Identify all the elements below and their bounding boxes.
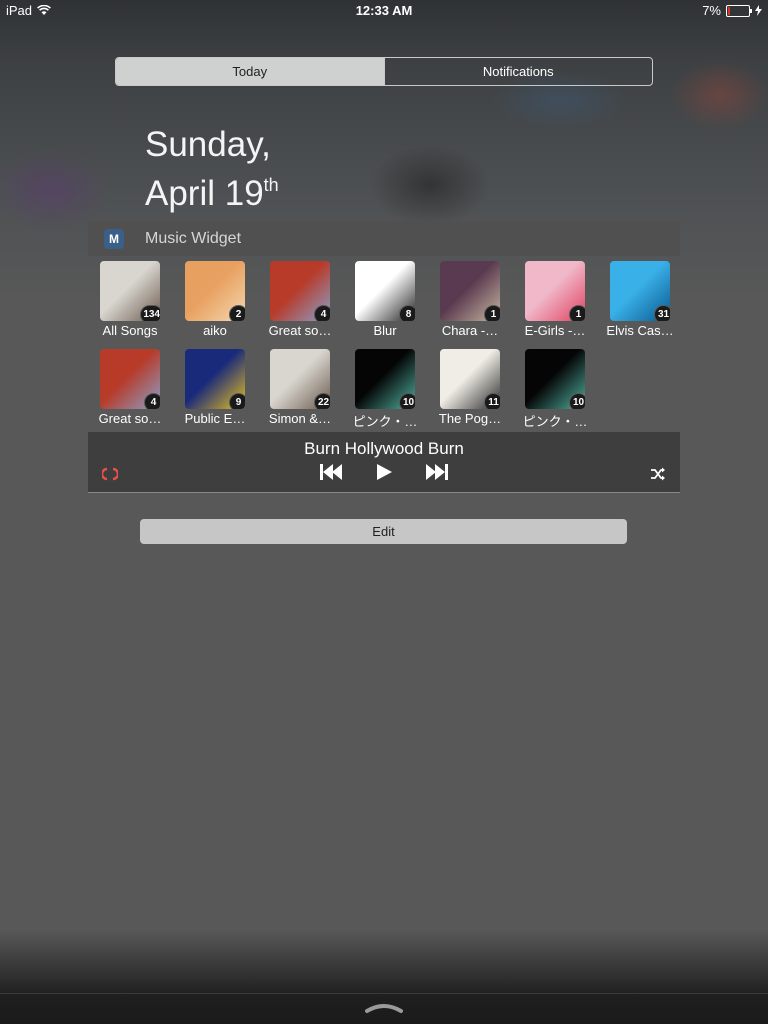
track-count-badge: 4 — [144, 393, 160, 409]
album-art: 2 — [185, 261, 245, 321]
album-tile[interactable]: 8 Blur — [345, 261, 425, 338]
album-label: Chara -… — [441, 323, 499, 338]
track-count-badge: 10 — [569, 393, 585, 409]
battery-percentage: 7% — [702, 3, 721, 18]
album-tile[interactable]: 4 Great so… — [260, 261, 340, 338]
album-tile[interactable]: 9 Public E… — [175, 349, 255, 426]
widget-title: Music Widget — [145, 229, 242, 247]
battery-fill — [728, 6, 730, 15]
date-month-day: April 19 — [145, 174, 264, 213]
status-bar: iPad 12:33 AM 7% — [0, 0, 768, 20]
tab-notifications[interactable]: Notifications — [383, 58, 653, 85]
album-tile[interactable]: 4 Great so… — [90, 349, 170, 426]
album-art: 134 — [100, 261, 160, 321]
album-tile[interactable]: 1 Chara -… — [430, 261, 510, 338]
previous-track-button[interactable] — [319, 462, 345, 482]
track-count-badge: 2 — [229, 305, 245, 321]
album-art: 9 — [185, 349, 245, 409]
bottom-divider — [0, 993, 768, 994]
date-weekday: Sunday, — [145, 125, 271, 164]
album-label: Great so… — [268, 323, 332, 338]
previous-icon — [320, 464, 342, 480]
album-label: ピンク・… — [522, 414, 588, 429]
status-right: 7% — [702, 3, 762, 18]
today-date: Sunday, April 19th — [145, 125, 279, 214]
track-count-badge: 22 — [314, 393, 330, 409]
album-tile[interactable]: 11 The Pog… — [430, 349, 510, 426]
album-label: Great so… — [98, 411, 162, 426]
album-tile[interactable]: 22 Simon &… — [260, 349, 340, 426]
shuffle-icon[interactable] — [650, 466, 666, 482]
music-player: Burn Hollywood Burn — [88, 432, 680, 493]
track-count-badge: 10 — [399, 393, 415, 409]
status-time: 12:33 AM — [355, 3, 413, 18]
track-count-badge: 9 — [229, 393, 245, 409]
battery-icon — [726, 4, 752, 17]
track-count-badge: 11 — [484, 393, 500, 409]
album-art: 31 — [610, 261, 670, 321]
album-art: 10 — [355, 349, 415, 409]
track-count-badge: 8 — [399, 305, 415, 321]
album-art: 10 — [525, 349, 585, 409]
album-label: aiko — [203, 323, 227, 338]
charging-bolt-icon — [755, 5, 762, 16]
view-segmented-control: Today Notifications — [115, 57, 653, 86]
album-label: ピンク・… — [352, 414, 418, 429]
album-tile[interactable]: 2 aiko — [175, 261, 255, 338]
album-art: 11 — [440, 349, 500, 409]
track-count-badge: 1 — [569, 305, 585, 321]
playback-controls — [88, 462, 680, 482]
next-icon — [426, 464, 448, 480]
album-art: 8 — [355, 261, 415, 321]
track-count-badge: 31 — [654, 305, 670, 321]
album-tile[interactable]: 31 Elvis Cas… — [600, 261, 680, 338]
album-art: 1 — [440, 261, 500, 321]
album-art: 4 — [270, 261, 330, 321]
album-label: The Pog… — [438, 411, 502, 426]
album-tile[interactable]: 10 ピンク・… — [515, 349, 595, 430]
now-playing-title: Burn Hollywood Burn — [304, 439, 464, 458]
edit-button[interactable]: Edit — [140, 519, 627, 544]
album-tile[interactable]: 1 E-Girls -… — [515, 261, 595, 338]
track-count-badge: 1 — [484, 305, 500, 321]
play-icon — [377, 464, 392, 480]
album-art: 4 — [100, 349, 160, 409]
track-count-badge: 134 — [140, 305, 160, 321]
album-tile[interactable]: 10 ピンク・… — [345, 349, 425, 430]
album-label: Blur — [373, 323, 397, 338]
widget-header[interactable]: M Music Widget — [88, 221, 680, 256]
next-track-button[interactable] — [423, 462, 449, 482]
date-ordinal-suffix: th — [263, 175, 279, 195]
track-count-badge: 4 — [314, 305, 330, 321]
grabber-handle-icon[interactable] — [365, 1002, 403, 1014]
album-label: All Songs — [102, 323, 158, 338]
album-label: Elvis Cas… — [606, 323, 674, 338]
tab-today[interactable]: Today — [116, 58, 384, 85]
date-day-line: April 19th — [145, 165, 279, 214]
album-tile[interactable]: 134 All Songs — [90, 261, 170, 338]
album-label: E-Girls -… — [524, 323, 586, 338]
album-art: 22 — [270, 349, 330, 409]
album-label: Public E… — [184, 411, 246, 426]
album-art: 1 — [525, 261, 585, 321]
music-widget-app-icon: M — [104, 228, 124, 249]
album-label: Simon &… — [268, 411, 332, 426]
play-button[interactable] — [371, 462, 397, 482]
